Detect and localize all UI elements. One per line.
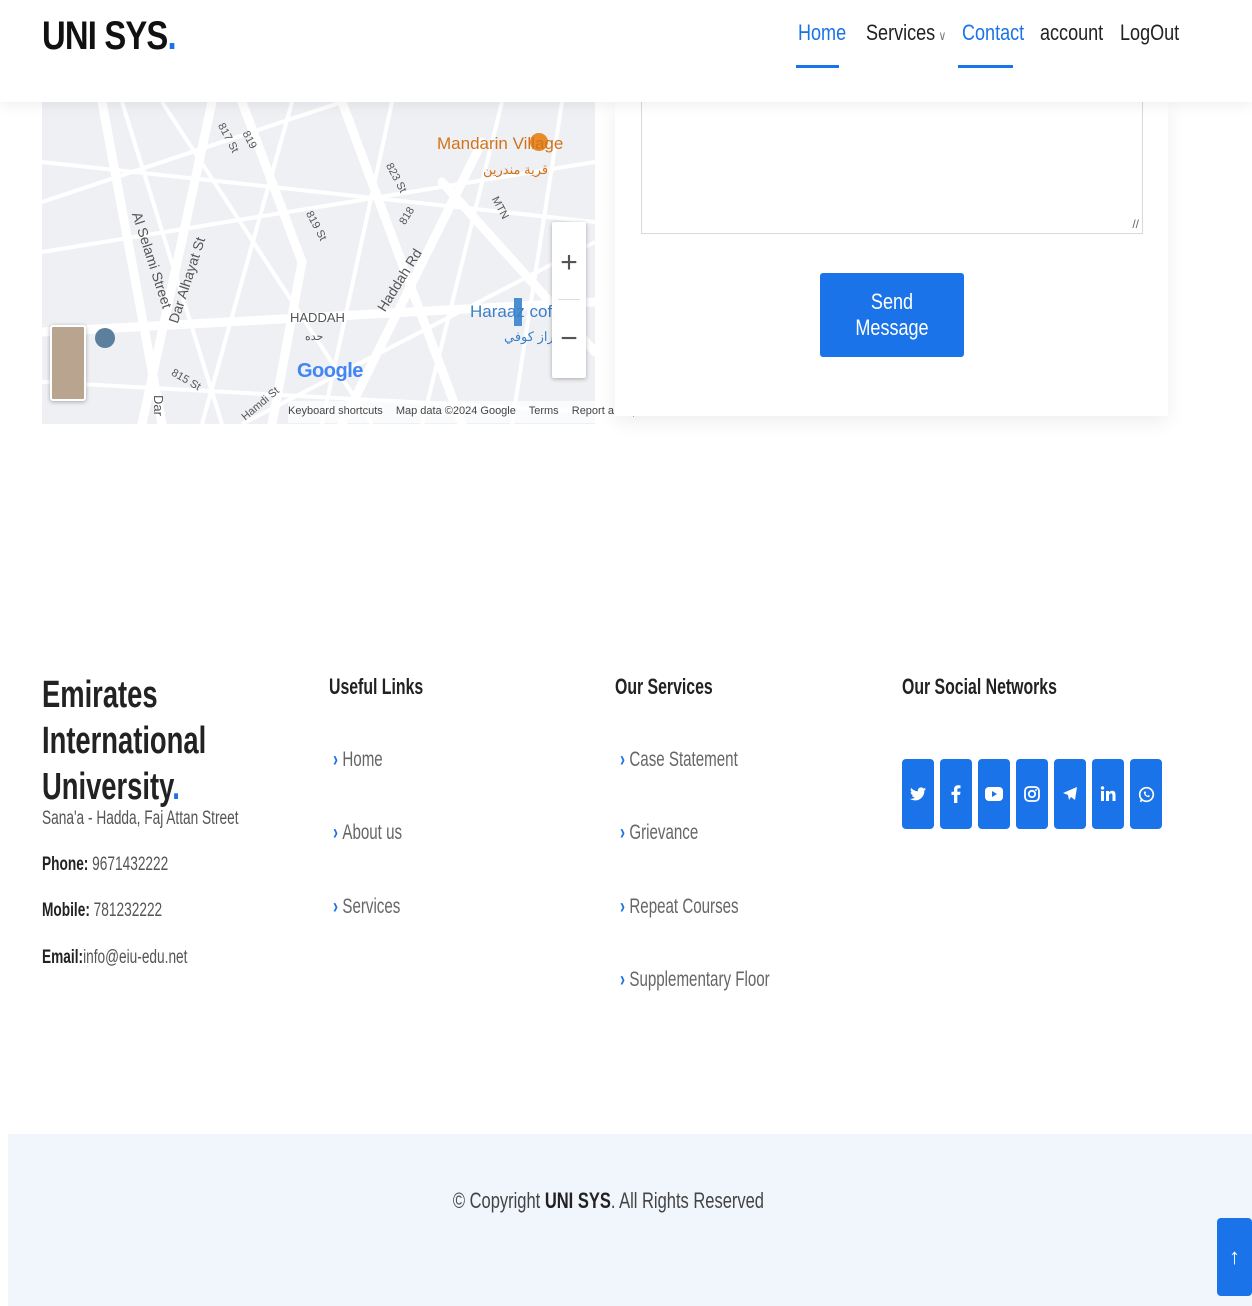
map-label-haddah: HADDAH bbox=[290, 310, 345, 325]
footer-email: Email:info@eiu-edu.net bbox=[42, 947, 187, 969]
service-link-case-statement[interactable]: › Case Statement bbox=[620, 748, 738, 772]
service-link-supplementary-floor[interactable]: › Supplementary Floor bbox=[620, 968, 770, 992]
service-link-grievance[interactable]: › Grievance bbox=[620, 821, 698, 845]
chevron-right-icon: › bbox=[620, 748, 626, 771]
nav-home-label: Home bbox=[798, 20, 847, 45]
footer-title-line1: Emirates International bbox=[42, 674, 207, 762]
arrow-up-icon: ↑ bbox=[1229, 1244, 1240, 1269]
nav-contact-underline bbox=[958, 65, 1013, 68]
footer-title-line2: University bbox=[42, 766, 173, 808]
footer-link-services[interactable]: › Services bbox=[333, 895, 400, 919]
social-networks-heading: Our Social Networks bbox=[902, 674, 1057, 699]
chevron-right-icon: › bbox=[333, 895, 339, 918]
copyright-suffix: . All Rights Reserved bbox=[610, 1188, 764, 1213]
zoom-in-button[interactable]: + bbox=[552, 228, 586, 298]
whatsapp-icon[interactable] bbox=[1130, 759, 1162, 829]
nav-services[interactable]: Services ∨ bbox=[866, 20, 946, 66]
chevron-down-icon: ∨ bbox=[938, 28, 947, 43]
our-services-heading: Our Services bbox=[615, 674, 713, 699]
map-terms-link[interactable]: Terms bbox=[529, 405, 559, 417]
contact-form: // Send Message bbox=[615, 102, 1168, 416]
telegram-icon[interactable] bbox=[1054, 759, 1086, 829]
google-map[interactable]: Mandarin Village قرية مندرين HADDAH حده … bbox=[42, 102, 595, 424]
phone-value: 9671432222 bbox=[92, 854, 169, 875]
instagram-icon[interactable] bbox=[1016, 759, 1048, 829]
footer-link-about-label: About us bbox=[342, 821, 403, 844]
map-keyboard-shortcuts-link[interactable]: Keyboard shortcuts bbox=[288, 405, 383, 417]
copyright-prefix: © Copyright bbox=[452, 1188, 540, 1213]
nav-services-label: Services bbox=[866, 20, 936, 45]
resize-grip-icon[interactable]: // bbox=[1132, 217, 1139, 231]
map-satellite-toggle[interactable] bbox=[50, 325, 86, 401]
back-to-top-button[interactable]: ↑ bbox=[1217, 1218, 1252, 1296]
map-label-dar: Dar bbox=[150, 395, 166, 416]
chevron-right-icon: › bbox=[620, 821, 626, 844]
main-nav: Home Services ∨ Contact account LogOut bbox=[0, 20, 1252, 70]
google-logo-text: Google bbox=[297, 360, 363, 382]
mobile-label: Mobile: bbox=[42, 900, 90, 921]
copyright-bar: © Copyright UNI SYS. All Rights Reserved bbox=[8, 1134, 1252, 1306]
copyright-text: © Copyright UNI SYS. All Rights Reserved bbox=[8, 1188, 1208, 1214]
footer-link-home[interactable]: › Home bbox=[333, 748, 383, 772]
service-link-case-statement-label: Case Statement bbox=[629, 748, 738, 771]
footer-university-title: Emirates International University. bbox=[42, 672, 272, 810]
phone-label: Phone: bbox=[42, 854, 89, 875]
nav-home[interactable]: Home bbox=[798, 20, 846, 66]
nav-contact-label: Contact bbox=[962, 20, 1025, 45]
google-logo: Google bbox=[297, 360, 363, 383]
zoom-out-button[interactable]: − bbox=[552, 304, 586, 374]
send-message-label: Send Message bbox=[855, 289, 929, 340]
nav-account-label: account bbox=[1040, 20, 1104, 45]
service-link-supplementary-floor-label: Supplementary Floor bbox=[629, 968, 770, 991]
useful-links-heading: Useful Links bbox=[329, 674, 424, 699]
map-label-mandarin-ar: قرية مندرين bbox=[483, 162, 549, 177]
twitter-icon[interactable] bbox=[902, 759, 934, 829]
map-attribution: Keyboard shortcuts Map data ©2024 Google… bbox=[288, 401, 665, 423]
footer-link-home-label: Home bbox=[342, 748, 383, 771]
send-message-button[interactable]: Send Message bbox=[820, 273, 964, 357]
nav-logout-label: LogOut bbox=[1120, 20, 1180, 45]
chevron-right-icon: › bbox=[620, 895, 626, 918]
nav-logout[interactable]: LogOut bbox=[1120, 20, 1179, 66]
footer-address: Sana'a - Hadda, Faj Attan Street bbox=[42, 808, 239, 829]
footer-link-about[interactable]: › About us bbox=[333, 821, 402, 845]
map-zoom-controls: + − bbox=[552, 222, 586, 378]
map-label-haddah-ar: حده bbox=[305, 331, 324, 343]
youtube-icon[interactable] bbox=[978, 759, 1010, 829]
linkedin-icon[interactable] bbox=[1092, 759, 1124, 829]
nav-account[interactable]: account bbox=[1040, 20, 1103, 66]
map-data-attribution: Map data ©2024 Google bbox=[395, 405, 516, 417]
email-label: Email: bbox=[42, 947, 84, 968]
nav-contact[interactable]: Contact bbox=[962, 20, 1024, 66]
mobile-value: 781232222 bbox=[93, 900, 163, 921]
footer-title-dot: . bbox=[172, 766, 180, 808]
footer-phone: Phone: 9671432222 bbox=[42, 854, 168, 876]
nav-home-underline bbox=[796, 65, 839, 68]
email-value[interactable]: info@eiu-edu.net bbox=[83, 947, 187, 968]
service-link-repeat-courses[interactable]: › Repeat Courses bbox=[620, 895, 739, 919]
map-label-mandarin: Mandarin Village bbox=[437, 134, 564, 153]
service-link-grievance-label: Grievance bbox=[629, 821, 699, 844]
service-link-repeat-courses-label: Repeat Courses bbox=[629, 895, 739, 918]
chevron-right-icon: › bbox=[333, 748, 339, 771]
chevron-right-icon: › bbox=[620, 968, 626, 991]
copyright-brand: UNI SYS bbox=[544, 1188, 611, 1213]
footer-link-services-label: Services bbox=[342, 895, 401, 918]
site-header: UNI SYS. Home Services ∨ Contact account … bbox=[0, 0, 1252, 102]
facebook-icon[interactable] bbox=[940, 759, 972, 829]
message-textarea[interactable]: // bbox=[641, 102, 1143, 234]
footer-mobile: Mobile: 781232222 bbox=[42, 900, 162, 922]
chevron-right-icon: › bbox=[333, 821, 339, 844]
zoom-divider bbox=[558, 299, 580, 300]
